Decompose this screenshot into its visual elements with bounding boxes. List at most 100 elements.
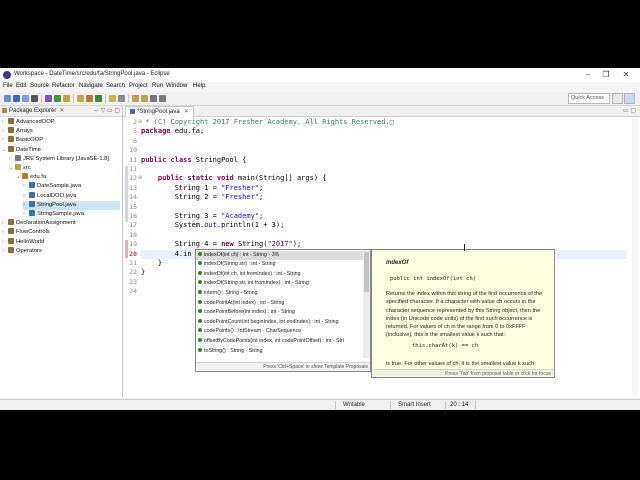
tree-item-label: edu.fa — [30, 174, 47, 181]
annotation-prev-icon[interactable] — [141, 95, 148, 102]
menu-help[interactable]: Help — [193, 83, 205, 89]
code-line[interactable] — [141, 231, 627, 240]
tree-item[interactable]: › JRE System Library [JavaSE-1.8] — [9, 154, 120, 164]
tree-item[interactable]: › AdvancedOOP — [2, 118, 120, 127]
tree-item-label: DateTime — [16, 146, 41, 153]
proposal-label: indexOf(String str, int fromIndex) : int… — [204, 280, 309, 287]
public-method-icon — [198, 251, 202, 256]
java-perspective-icon[interactable] — [624, 93, 635, 104]
tree-item[interactable]: ⌄ src — [9, 164, 120, 173]
new-package-icon[interactable] — [86, 95, 93, 102]
tree-item[interactable]: › HelloWorld — [2, 237, 120, 247]
tree-item[interactable]: › FlowControls — [2, 228, 120, 237]
tab-package-explorer[interactable]: Package Explorer ✕ — [2, 107, 64, 114]
proposal-item[interactable]: codePointBefore(int index) : int - Strin… — [196, 308, 364, 318]
javadoc-hover[interactable]: indexOf public int indexOf(int ch) Retur… — [371, 249, 555, 378]
run-icon[interactable] — [54, 95, 61, 102]
new-icon[interactable] — [4, 95, 11, 102]
annotation-next-icon[interactable] — [132, 95, 139, 102]
tree-item[interactable]: › LocalDOO.java — [23, 191, 120, 201]
code-line[interactable] — [141, 146, 627, 155]
code-line[interactable]: public class StringPool { — [141, 156, 627, 165]
scrollbar-thumb[interactable] — [364, 252, 369, 292]
code-line[interactable] — [141, 165, 627, 174]
minimize-button[interactable]: – — [580, 70, 596, 80]
new-class-icon[interactable] — [95, 95, 102, 102]
menu-project[interactable]: Project — [129, 83, 148, 89]
quick-access-input[interactable]: Quick Access — [568, 93, 610, 104]
code-line[interactable]: System.out.println(1 + 3); — [141, 221, 627, 230]
tree-item[interactable]: › StringPool.java — [23, 200, 120, 210]
open-perspective-icon[interactable] — [612, 93, 623, 104]
proposal-item[interactable]: indexOf(int ch) : int - String - 3% — [196, 250, 364, 260]
maximize-button[interactable]: ❐ — [598, 70, 614, 80]
close-button[interactable]: ✕ — [618, 70, 634, 80]
project-icon — [8, 219, 14, 226]
proposal-label: indexOf(int ch) : int - String - 3% — [204, 251, 280, 258]
debug-icon[interactable] — [45, 95, 52, 102]
code-line[interactable]: public static void main(String[] args) { — [141, 174, 627, 183]
content-assist-popup[interactable]: indexOf(int ch) : int - String - 3% index… — [195, 249, 371, 372]
status-writable: Writable — [343, 402, 365, 408]
tree-item[interactable]: ⌄ DateTime — [2, 145, 120, 155]
java-file-icon — [29, 200, 35, 207]
proposal-item[interactable]: codePoints() : IntStream - CharSequence — [196, 327, 364, 337]
menu-navigate[interactable]: Navigate — [79, 83, 103, 89]
proposal-label: codePointAt(int index) : int - String — [204, 299, 285, 306]
proposal-item[interactable]: indexOf(int ch, int fromIndex) : int - S… — [196, 270, 364, 280]
code-line[interactable]: String 4 = new String("2017"); — [141, 240, 627, 249]
code-line[interactable]: String 2 = "Fresher"; — [141, 193, 627, 202]
tree-item[interactable]: ⌄ edu.fa — [16, 173, 120, 182]
proposal-scrollbar[interactable] — [363, 250, 370, 358]
public-method-icon — [198, 299, 202, 304]
code-line[interactable]: String 1 = "Fresher"; — [141, 184, 627, 193]
menu-file[interactable]: File — [3, 83, 13, 89]
proposal-item[interactable]: indexOf(String str) : int - String — [196, 260, 364, 270]
menu-source[interactable]: Source — [30, 83, 49, 89]
code-line[interactable] — [141, 203, 627, 212]
tree-item[interactable]: › Arrays — [2, 127, 120, 136]
line-number: 10 — [129, 146, 137, 155]
tree-item-label: Arrays — [16, 128, 33, 135]
line-number: 22 — [129, 268, 137, 277]
java-file-icon — [29, 191, 35, 198]
external-tools-icon[interactable] — [63, 95, 70, 102]
tree-item[interactable]: › DeclarationAssignment — [2, 219, 120, 228]
proposal-item[interactable]: offsetByCodePoints(int index, int codePo… — [196, 337, 364, 347]
menu-search[interactable]: Search — [106, 83, 125, 89]
new-java-project-icon[interactable] — [77, 95, 84, 102]
view-menu-icon[interactable]: ⇔ ▽ ▭ ▢ — [93, 107, 120, 114]
proposal-item[interactable]: codePointCount(int beginIndex, int endIn… — [196, 318, 364, 328]
public-method-icon — [198, 289, 202, 294]
code-line[interactable] — [141, 137, 627, 146]
tree-item[interactable]: › DateSample.java — [23, 182, 120, 191]
proposal-item[interactable]: codePointAt(int index) : int - String — [196, 299, 364, 309]
proposal-item[interactable]: intern() : String - String — [196, 289, 364, 299]
menu-refactor[interactable]: Refactor — [52, 83, 75, 89]
back-icon[interactable] — [150, 95, 157, 102]
tree-item[interactable]: › BasicOOP — [2, 136, 120, 145]
menu-run[interactable]: Run — [152, 83, 163, 89]
code-line[interactable]: package edu.fa; — [141, 127, 627, 136]
tree-item-label: HelloWorld — [16, 238, 45, 245]
forward-icon[interactable] — [159, 95, 166, 102]
tree-item-label: DeclarationAssignment — [16, 220, 76, 227]
line-number: 17 — [129, 221, 137, 230]
search-icon[interactable] — [118, 95, 125, 102]
print-icon[interactable] — [31, 95, 38, 102]
title-bar: Workspace - DateTime/src/edu/fa/StringPo… — [0, 68, 640, 83]
library-icon — [15, 154, 21, 161]
tree-item[interactable]: › Operators — [2, 246, 120, 256]
tree-item[interactable]: › StringSample.java — [23, 210, 120, 219]
proposal-item[interactable]: toString() : String - String — [196, 347, 364, 357]
project-icon — [8, 246, 14, 253]
save-all-icon[interactable] — [22, 95, 29, 102]
code-line[interactable]: * (C) Copyright 2017 Fresher Academy. Al… — [141, 118, 627, 127]
code-line[interactable]: String 3 = "Academy"; — [141, 212, 627, 221]
line-number: 12 — [129, 174, 137, 183]
menu-edit[interactable]: Edit — [16, 83, 26, 89]
open-type-icon[interactable] — [109, 95, 116, 102]
save-icon[interactable] — [13, 95, 20, 102]
proposal-item[interactable]: indexOf(String str, int fromIndex) : int… — [196, 279, 364, 289]
menu-window[interactable]: Window — [166, 83, 187, 89]
